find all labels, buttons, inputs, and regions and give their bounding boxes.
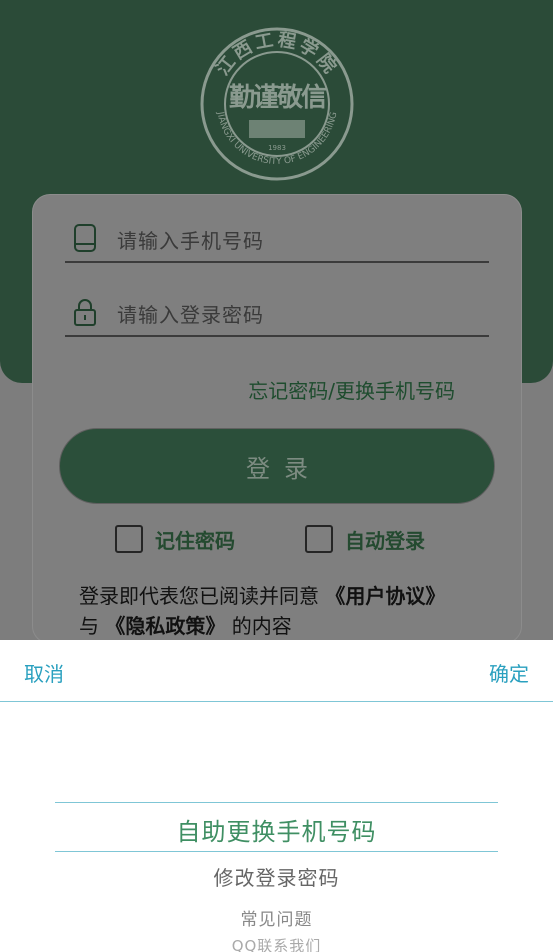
user-agreement-link[interactable]: 《用户协议》: [325, 584, 445, 608]
agreement-suffix: 的内容: [225, 614, 292, 638]
svg-text:江西工程学院: 江西工程学院: [212, 29, 342, 79]
university-logo: 江西工程学院 JIANGXI UNIVERSITY OF ENGINEERING…: [200, 27, 354, 181]
logo-arc-text-top: 江西工程学院: [212, 29, 339, 79]
login-card: 请输入手机号码 请输入登录密码 忘记密码/更换手机号码 登录 记住密码 自动登录…: [32, 194, 522, 644]
logo-year: 1983: [268, 144, 286, 152]
password-input[interactable]: 请输入登录密码: [117, 299, 264, 328]
auto-login-label: 自动登录: [345, 528, 425, 553]
login-button-label: 登录: [246, 454, 322, 483]
password-field[interactable]: 请输入登录密码: [65, 289, 489, 337]
auto-login-checkbox[interactable]: 自动登录: [305, 523, 425, 555]
picker-sheet: 取消 确定 自助更换手机号码 修改登录密码 常见问题 QQ联系我们: [0, 640, 553, 952]
cancel-button[interactable]: 取消: [24, 658, 64, 687]
logo-arc-text-bottom: JIANGXI UNIVERSITY OF ENGINEERING: [214, 110, 339, 167]
privacy-policy-link[interactable]: 《隐私政策》: [105, 614, 225, 638]
phone-icon: [74, 224, 96, 252]
phone-input[interactable]: 请输入手机号码: [117, 225, 264, 254]
login-button[interactable]: 登录: [59, 428, 495, 504]
picker-option-change-password[interactable]: 修改登录密码: [0, 862, 553, 891]
checkbox-box[interactable]: [305, 525, 333, 553]
picker-toolbar: 取消 确定: [0, 640, 553, 702]
picker-divider: [55, 851, 498, 852]
logo-center-chars: 勤谨敬信: [229, 83, 327, 113]
picker-option-qq-contact[interactable]: QQ联系我们: [0, 935, 553, 952]
agreement-prefix: 登录即代表您已阅读并同意: [79, 584, 326, 608]
checkbox-box[interactable]: [115, 525, 143, 553]
forgot-password-link[interactable]: 忘记密码/更换手机号码: [248, 375, 455, 404]
confirm-button[interactable]: 确定: [489, 658, 529, 687]
picker-option-faq[interactable]: 常见问题: [0, 905, 553, 930]
agreement-and: 与: [79, 614, 106, 638]
remember-password-label: 记住密码: [155, 528, 235, 553]
lock-icon: [74, 299, 96, 326]
agreement-text: 登录即代表您已阅读并同意 《用户协议》 与 《隐私政策》 的内容: [79, 581, 489, 641]
remember-password-checkbox[interactable]: 记住密码: [115, 523, 235, 555]
svg-text:JIANGXI UNIVERSITY OF ENGINEER: JIANGXI UNIVERSITY OF ENGINEERING: [214, 110, 339, 167]
picker-divider: [55, 802, 498, 803]
phone-field[interactable]: 请输入手机号码: [65, 215, 489, 263]
picker-option-change-phone[interactable]: 自助更换手机号码: [0, 812, 553, 847]
